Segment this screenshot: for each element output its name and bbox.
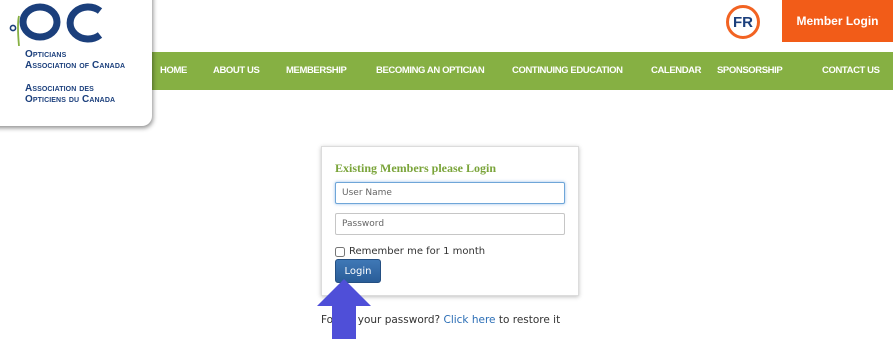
remember-me-checkbox[interactable]	[335, 246, 345, 257]
nav-item-becoming-an-optician[interactable]: BECOMING AN OPTICIAN	[376, 52, 485, 90]
login-title: Existing Members please Login	[335, 161, 496, 175]
nav-item-sponsorship[interactable]: SPONSORSHIP	[717, 52, 783, 90]
nav-item-home[interactable]: HOME	[160, 52, 187, 90]
nav-item-about-us[interactable]: ABOUT US	[213, 52, 260, 90]
logo-text-french: Association des Opticiens du Canada	[25, 83, 116, 105]
login-form: Existing Members please Login Remember m…	[321, 146, 579, 296]
forgot-password-suffix: to restore it	[498, 314, 561, 326]
nav-item-contact-us[interactable]: CONTACT US	[822, 52, 880, 90]
logo-card[interactable]: Opticians Association of Canada Associat…	[0, 0, 152, 126]
remember-me-label: Remember me for 1 month	[349, 246, 486, 257]
member-login-button[interactable]: Member Login	[782, 0, 893, 42]
logo-text-english: Opticians Association of Canada	[25, 49, 126, 71]
nav-item-membership[interactable]: MEMBERSHIP	[286, 52, 347, 90]
username-input[interactable]	[335, 182, 565, 204]
nav-item-calendar[interactable]: CALENDAR	[651, 52, 702, 90]
restore-password-link[interactable]: Click here	[443, 314, 495, 326]
pointer-arrow-icon	[317, 279, 371, 339]
remember-me[interactable]: Remember me for 1 month	[335, 246, 485, 257]
oac-logo-mark	[9, 3, 103, 46]
password-input[interactable]	[335, 213, 565, 235]
language-toggle-button[interactable]: FR	[726, 5, 760, 39]
nav-item-continuing-education[interactable]: CONTINUING EDUCATION	[512, 52, 623, 90]
